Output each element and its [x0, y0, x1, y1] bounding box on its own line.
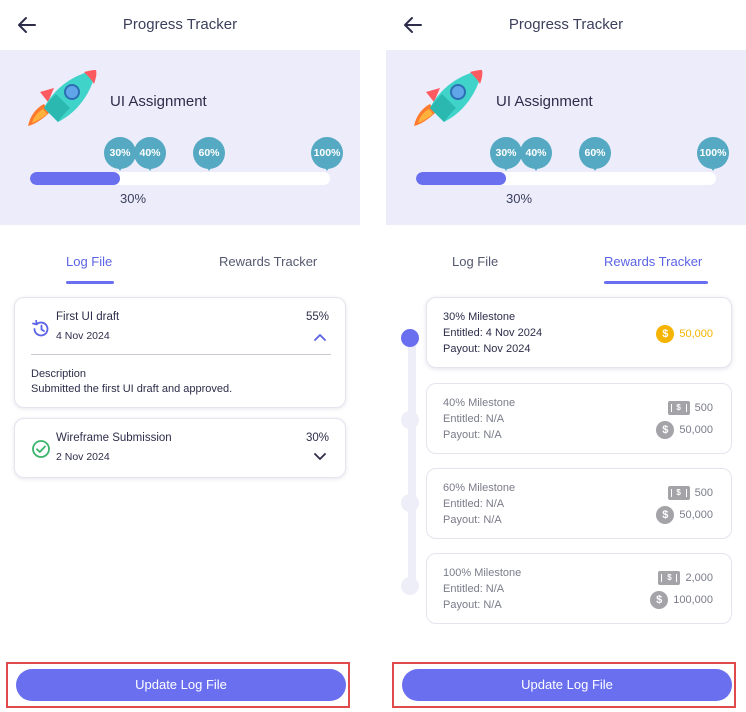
description-text: Submitted the first UI draft and approve…: [31, 383, 233, 395]
log-entry-title: Wireframe Submission: [56, 432, 172, 444]
coin-reward: $ 50,000: [656, 325, 713, 343]
cash-amount: 500: [694, 487, 713, 499]
rocket-icon: [414, 70, 483, 126]
cash-reward: 2,000: [658, 569, 713, 587]
milestone-card[interactable]: 40% Milestone Entitled: N/A Payout: N/A …: [426, 383, 732, 454]
milestone-marker-100: 100%: [311, 137, 343, 173]
milestone-title: 30% Milestone: [443, 311, 516, 323]
milestone-title: 40% Milestone: [443, 397, 516, 409]
rocket-icon: [28, 70, 97, 126]
milestone-payout: Payout: Nov 2024: [443, 343, 531, 355]
page-title: Progress Tracker: [508, 16, 624, 33]
log-entry-card[interactable]: First UI draft 4 Nov 2024 55% Descriptio…: [14, 297, 346, 408]
coin-amount: 100,000: [673, 594, 713, 606]
log-entry-date: 4 Nov 2024: [56, 330, 110, 342]
log-entry-date: 2 Nov 2024: [56, 451, 110, 463]
milestone-card[interactable]: 100% Milestone Entitled: N/A Payout: N/A…: [426, 553, 732, 624]
timeline-dot: [401, 411, 419, 429]
milestone-marker-60: 60%: [193, 137, 225, 173]
log-entry-title: First UI draft: [56, 311, 120, 323]
progress-bar-fill: [416, 172, 506, 185]
coin-amount: 50,000: [679, 424, 713, 436]
active-tab-indicator: [604, 281, 708, 284]
assignment-title: UI Assignment: [110, 93, 207, 110]
update-button-highlight: Update Log File: [392, 662, 736, 708]
milestone-entitled: Entitled: N/A: [443, 413, 505, 425]
coin-amount: 50,000: [679, 328, 713, 340]
tab-bar: Log File Rewards Tracker: [0, 248, 360, 288]
tab-log-file[interactable]: Log File: [66, 254, 112, 269]
cash-icon: [667, 486, 690, 500]
tab-log-file[interactable]: Log File: [452, 254, 498, 269]
progress-value: 30%: [506, 191, 533, 206]
milestone-entitled: Entitled: N/A: [443, 498, 505, 510]
rewards-tracker-screen: Progress Tracker UI Assignment 30% 40% 6…: [386, 0, 746, 712]
progress-bar: [30, 172, 330, 185]
milestone-marker-40: 40%: [134, 137, 166, 173]
progress-bar-fill: [30, 172, 120, 185]
page-title: Progress Tracker: [122, 16, 238, 33]
coin-icon: $: [656, 325, 675, 343]
milestone-payout: Payout: N/A: [443, 599, 502, 611]
update-button-highlight: Update Log File: [6, 662, 350, 708]
coin-icon: $: [656, 506, 675, 524]
cash-icon: [667, 401, 690, 415]
cash-amount: 500: [694, 402, 713, 414]
progress-value: 30%: [120, 191, 147, 206]
tab-rewards-tracker[interactable]: Rewards Tracker: [219, 254, 317, 269]
progress-bar: [416, 172, 716, 185]
milestone-card[interactable]: 60% Milestone Entitled: N/A Payout: N/A …: [426, 468, 732, 539]
update-log-file-button[interactable]: Update Log File: [16, 669, 346, 701]
update-log-file-button[interactable]: Update Log File: [402, 669, 732, 701]
cash-reward: 500: [667, 399, 713, 417]
milestone-marker-30: 30%: [104, 137, 136, 173]
coin-amount: 50,000: [679, 509, 713, 521]
assignment-hero: UI Assignment 30% 40% 60% 100% 30%: [0, 50, 360, 225]
milestone-entitled: Entitled: N/A: [443, 583, 505, 595]
timeline-dot: [401, 329, 419, 347]
tab-bar: Log File Rewards Tracker: [386, 248, 746, 288]
chevron-down-icon[interactable]: [313, 452, 327, 462]
tab-rewards-tracker[interactable]: Rewards Tracker: [604, 254, 702, 269]
milestone-marker-100: 100%: [697, 137, 729, 173]
assignment-title: UI Assignment: [496, 93, 593, 110]
coin-reward: $ 100,000: [650, 591, 713, 609]
coin-icon: $: [650, 591, 669, 609]
cash-amount: 2,000: [685, 572, 713, 584]
milestone-timeline: [408, 336, 416, 590]
cash-reward: 500: [667, 484, 713, 502]
milestone-payout: Payout: N/A: [443, 514, 502, 526]
timeline-dot: [401, 577, 419, 595]
chevron-up-icon[interactable]: [313, 332, 327, 342]
milestone-entitled: Entitled: 4 Nov 2024: [443, 327, 543, 339]
history-icon: [32, 319, 49, 337]
active-tab-indicator: [66, 281, 114, 284]
top-bar: Progress Tracker: [0, 0, 360, 50]
log-entry-percent: 55%: [305, 311, 329, 323]
milestone-title: 100% Milestone: [443, 567, 522, 579]
milestone-marker-60: 60%: [579, 137, 611, 173]
description-heading: Description: [31, 368, 87, 380]
timeline-dot: [401, 494, 419, 512]
milestone-title: 60% Milestone: [443, 482, 516, 494]
log-entry-percent: 30%: [305, 432, 329, 444]
coin-reward: $ 50,000: [656, 421, 713, 439]
coin-icon: $: [656, 421, 675, 439]
check-circle-icon: [32, 440, 50, 458]
cash-icon: [658, 571, 681, 585]
assignment-hero: UI Assignment 30% 40% 60% 100% 30%: [386, 50, 746, 225]
milestone-marker-40: 40%: [520, 137, 552, 173]
milestone-card[interactable]: 30% Milestone Entitled: 4 Nov 2024 Payou…: [426, 297, 732, 368]
milestone-payout: Payout: N/A: [443, 429, 502, 441]
log-entry-card[interactable]: Wireframe Submission 2 Nov 2024 30%: [14, 418, 346, 478]
milestone-marker-30: 30%: [490, 137, 522, 173]
divider: [31, 354, 331, 355]
coin-reward: $ 50,000: [656, 506, 713, 524]
log-file-screen: Progress Tracker UI Assignment 30% 40% 6…: [0, 0, 360, 712]
top-bar: Progress Tracker: [386, 0, 746, 50]
